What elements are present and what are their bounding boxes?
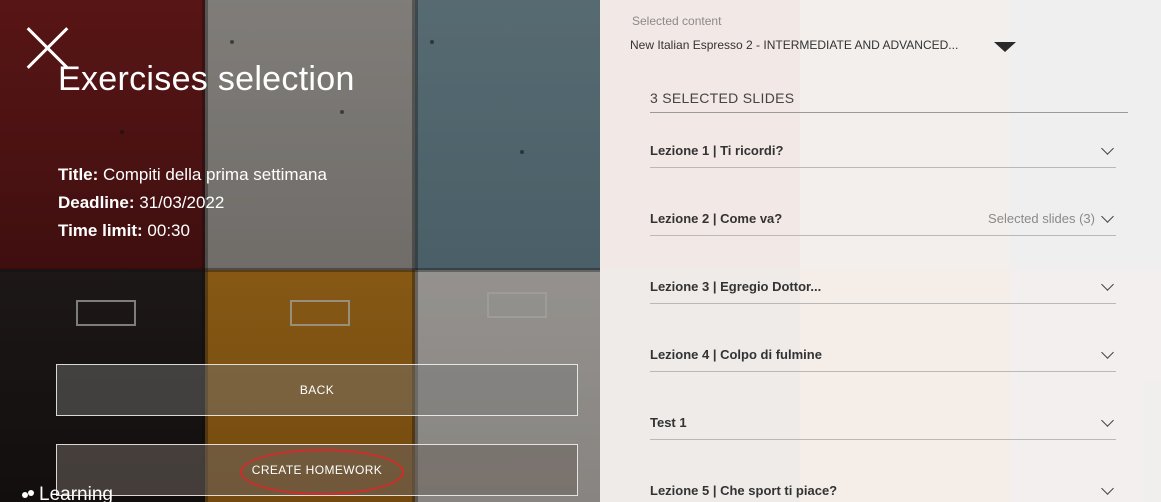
lesson-name: Test 1 bbox=[650, 414, 687, 430]
info-title: Title: Compiti della prima settimana bbox=[58, 165, 327, 185]
info-time-limit-label: Time limit: bbox=[58, 221, 143, 240]
caret-down-icon[interactable] bbox=[994, 42, 1016, 52]
info-time-limit: Time limit: 00:30 bbox=[58, 221, 190, 241]
info-title-label: Title: bbox=[58, 165, 99, 184]
lesson-name: Lezione 3 | Egregio Dottor... bbox=[650, 278, 822, 294]
lesson-selected-count: Selected slides (3) bbox=[988, 210, 1095, 226]
brand-logo: Learning bbox=[22, 484, 113, 502]
brand-logo-icon bbox=[22, 490, 34, 500]
lesson-row[interactable]: Test 1 bbox=[650, 405, 1116, 440]
slides-header: 3 SELECTED SLIDES bbox=[650, 90, 795, 106]
hero-panel: Exercises selection Title: Compiti della… bbox=[0, 0, 600, 502]
info-deadline-label: Deadline: bbox=[58, 193, 135, 212]
chevron-down-icon[interactable] bbox=[1101, 345, 1114, 359]
selected-content-value[interactable]: New Italian Espresso 2 - INTERMEDIATE AN… bbox=[630, 38, 958, 52]
divider bbox=[650, 112, 1128, 113]
lesson-name: Lezione 5 | Che sport ti piace? bbox=[650, 482, 838, 498]
chevron-down-icon[interactable] bbox=[1101, 413, 1114, 427]
back-button[interactable]: BACK bbox=[56, 364, 578, 416]
chevron-down-icon[interactable] bbox=[1101, 277, 1114, 291]
page-title: Exercises selection bbox=[58, 60, 355, 98]
lesson-row[interactable]: Lezione 4 | Colpo di fulmine bbox=[650, 337, 1116, 372]
info-deadline: Deadline: 31/03/2022 bbox=[58, 193, 224, 213]
chevron-down-icon[interactable] bbox=[1101, 481, 1114, 495]
info-time-limit-value: 00:30 bbox=[142, 221, 190, 240]
brand-name: Learning bbox=[39, 484, 113, 502]
lesson-row[interactable]: Lezione 1 | Ti ricordi? bbox=[650, 133, 1116, 168]
lesson-name: Lezione 4 | Colpo di fulmine bbox=[650, 346, 822, 362]
lesson-row[interactable]: Lezione 5 | Che sport ti piace? bbox=[650, 473, 1116, 502]
chevron-down-icon[interactable] bbox=[1101, 141, 1114, 155]
content-panel: Selected content New Italian Espresso 2 … bbox=[600, 0, 1161, 502]
lesson-row[interactable]: Lezione 3 | Egregio Dottor... bbox=[650, 269, 1116, 304]
lesson-row[interactable]: Lezione 2 | Come va? Selected slides (3) bbox=[650, 201, 1116, 236]
info-title-value: Compiti della prima settimana bbox=[98, 165, 327, 184]
lesson-name: Lezione 2 | Come va? bbox=[650, 210, 783, 226]
info-deadline-value: 31/03/2022 bbox=[134, 193, 225, 212]
highlight-annotation bbox=[240, 449, 404, 495]
chevron-down-icon[interactable] bbox=[1101, 209, 1114, 223]
lesson-name: Lezione 1 | Ti ricordi? bbox=[650, 142, 784, 158]
selected-content-label: Selected content bbox=[632, 14, 722, 28]
